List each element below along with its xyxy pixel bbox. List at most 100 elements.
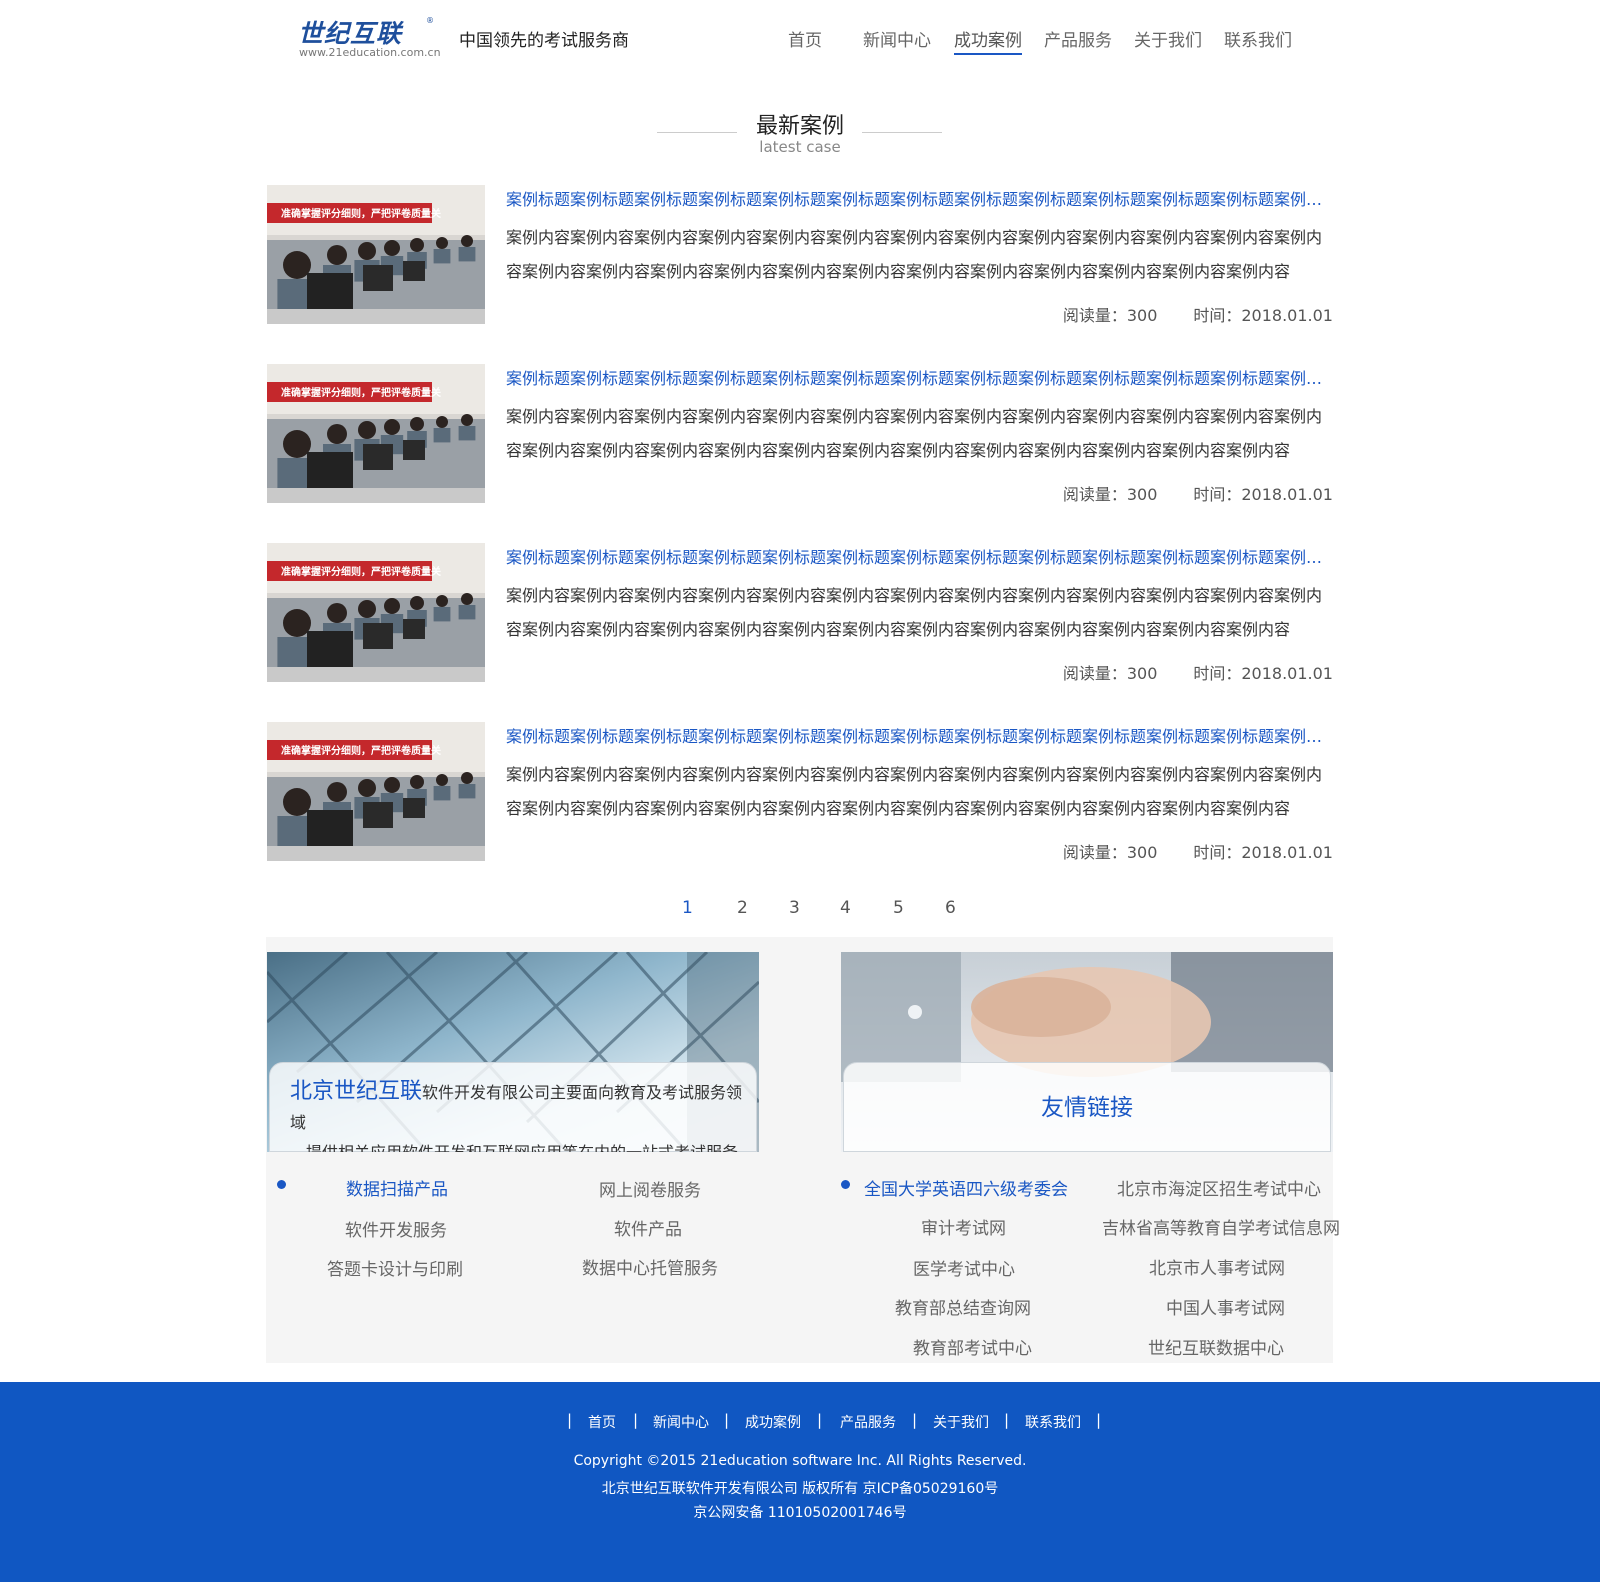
registered-mark: ® (426, 16, 434, 25)
case-image[interactable]: 准确掌握评分细则，严把评卷质量关 (267, 722, 485, 861)
friend-link[interactable]: 北京市海淀区招生考试中心 (1117, 1175, 1321, 1200)
case-body: 案例内容案例内容案例内容案例内容案例内容案例内容案例内容案例内容案例内容案例内容… (506, 228, 1323, 281)
case-date: 时间：2018.01.01 (1193, 306, 1333, 325)
friend-link[interactable]: 教育部考试中心 (913, 1334, 1032, 1359)
logo[interactable]: 世纪互联 ® www.21education.com.cn (298, 14, 441, 62)
case-meta: 阅读量：300 时间：2018.01.01 (1063, 302, 1333, 326)
friends-banner: 友情链接 (841, 952, 1333, 1152)
section-title-en: latest case (759, 138, 841, 156)
case-meta: 阅读量：300 时间：2018.01.01 (1063, 481, 1333, 505)
bullet-icon (277, 1180, 286, 1189)
footer-separator: | (1004, 1411, 1010, 1429)
case-date: 时间：2018.01.01 (1193, 843, 1333, 862)
classroom-photo: 准确掌握评分细则，严把评卷质量关 (267, 543, 485, 682)
case-views: 阅读量：300 (1062, 664, 1158, 683)
about-link[interactable]: 数据扫描产品 (346, 1175, 448, 1200)
case-date: 时间：2018.01.01 (1193, 664, 1333, 683)
about-link[interactable]: 数据中心托管服务 (582, 1254, 718, 1279)
case-item: 准确掌握评分细则，严把评卷质量关 案例标题案例标题案例标题案例标题案例标题案例标… (267, 185, 1333, 325)
case-title[interactable]: 案例标题案例标题案例标题案例标题案例标题案例标题案例标题案例标题案例标题案例标题… (506, 186, 1332, 210)
footer-nav-cases[interactable]: 成功案例 (745, 1412, 801, 1432)
photo-banner-text: 准确掌握评分细则，严把评卷质量关 (281, 565, 441, 578)
nav-products[interactable]: 产品服务 (1044, 26, 1112, 51)
classroom-photo: 准确掌握评分细则，严把评卷质量关 (267, 364, 485, 503)
case-image[interactable]: 准确掌握评分细则，严把评卷质量关 (267, 185, 485, 324)
page-4[interactable]: 4 (840, 898, 851, 918)
nav-home[interactable]: 首页 (788, 26, 822, 51)
friend-link[interactable]: 世纪互联数据中心 (1148, 1334, 1284, 1359)
about-link[interactable]: 网上阅卷服务 (599, 1176, 701, 1201)
classroom-photo: 准确掌握评分细则，严把评卷质量关 (267, 722, 485, 861)
about-line2: ，提供相关应用软件开发和互联网应用等在内的一站式考试服务 (290, 1143, 738, 1152)
case-item: 准确掌握评分细则，严把评卷质量关 案例标题案例标题案例标题案例标题案例标题案例标… (267, 722, 1333, 862)
slogan: 中国领先的考试服务商 (459, 31, 629, 51)
case-title[interactable]: 案例标题案例标题案例标题案例标题案例标题案例标题案例标题案例标题案例标题案例标题… (506, 365, 1332, 389)
nav-about[interactable]: 关于我们 (1134, 26, 1202, 51)
case-views: 阅读量：300 (1062, 485, 1158, 504)
photo-banner-text: 准确掌握评分细则，严把评卷质量关 (281, 207, 441, 220)
case-item: 准确掌握评分细则，严把评卷质量关 案例标题案例标题案例标题案例标题案例标题案例标… (267, 543, 1333, 683)
footer-separator: | (1096, 1411, 1102, 1429)
photo-banner-text: 准确掌握评分细则，严把评卷质量关 (281, 386, 441, 399)
case-item: 准确掌握评分细则，严把评卷质量关 案例标题案例标题案例标题案例标题案例标题案例标… (267, 364, 1333, 504)
footer-nav-home[interactable]: 首页 (588, 1412, 616, 1432)
case-views: 阅读量：300 (1062, 843, 1158, 862)
about-link[interactable]: 软件产品 (614, 1215, 682, 1240)
page-2[interactable]: 2 (737, 898, 748, 918)
case-title[interactable]: 案例标题案例标题案例标题案例标题案例标题案例标题案例标题案例标题案例标题案例标题… (506, 544, 1332, 568)
page-1[interactable]: 1 (682, 898, 693, 918)
footer-nav-products[interactable]: 产品服务 (840, 1412, 896, 1432)
about-link[interactable]: 软件开发服务 (345, 1216, 447, 1241)
bullet-icon (841, 1180, 850, 1189)
footer-separator: | (724, 1411, 730, 1429)
footer-separator: | (633, 1411, 639, 1429)
case-meta: 阅读量：300 时间：2018.01.01 (1063, 660, 1333, 684)
nav-contact[interactable]: 联系我们 (1224, 26, 1292, 51)
case-body: 案例内容案例内容案例内容案例内容案例内容案例内容案例内容案例内容案例内容案例内容… (506, 586, 1323, 639)
about-brand: 北京世纪互联 (290, 1079, 423, 1104)
footer-separator: | (817, 1411, 823, 1429)
photo-banner-text: 准确掌握评分细则，严把评卷质量关 (281, 744, 441, 757)
footer-separator: | (912, 1411, 918, 1429)
nav-cases[interactable]: 成功案例 (954, 26, 1022, 55)
about-link[interactable]: 答题卡设计与印刷 (327, 1255, 463, 1280)
logo-url: www.21education.com.cn (299, 46, 441, 59)
logo-text: 世纪互联 (298, 19, 403, 48)
case-body: 案例内容案例内容案例内容案例内容案例内容案例内容案例内容案例内容案例内容案例内容… (506, 765, 1323, 818)
friend-link[interactable]: 中国人事考试网 (1166, 1294, 1285, 1319)
friend-link[interactable]: 全国大学英语四六级考委会 (864, 1175, 1068, 1200)
site-footer: | 首页 | 新闻中心 | 成功案例 | 产品服务 | 关于我们 | 联系我们 … (0, 1382, 1600, 1582)
friend-link[interactable]: 吉林省高等教育自学考试信息网 (1102, 1214, 1340, 1239)
footer-copyright: Copyright ©2015 21education software Inc… (573, 1453, 1027, 1469)
about-banner: 北京世纪互联软件开发有限公司主要面向教育及考试服务领域 ，提供相关应用软件开发和… (267, 952, 759, 1152)
friend-link[interactable]: 医学考试中心 (913, 1255, 1015, 1280)
case-date: 时间：2018.01.01 (1193, 485, 1333, 504)
footer-nav: | 首页 | 新闻中心 | 成功案例 | 产品服务 | 关于我们 | 联系我们 … (0, 1411, 1600, 1434)
footer-company: 北京世纪互联软件开发有限公司 版权所有 京ICP备05029160号 (601, 1481, 999, 1497)
case-meta: 阅读量：300 时间：2018.01.01 (1063, 839, 1333, 863)
pagination: 1 2 3 4 5 6 (0, 898, 1600, 924)
friends-title: 友情链接 (843, 1062, 1331, 1152)
case-views: 阅读量：300 (1062, 306, 1158, 325)
nav-news[interactable]: 新闻中心 (863, 26, 931, 51)
friend-link[interactable]: 北京市人事考试网 (1149, 1254, 1285, 1279)
case-title[interactable]: 案例标题案例标题案例标题案例标题案例标题案例标题案例标题案例标题案例标题案例标题… (506, 723, 1332, 747)
friend-link[interactable]: 教育部总结查询网 (895, 1294, 1031, 1319)
footer-nav-news[interactable]: 新闻中心 (653, 1412, 709, 1432)
case-image[interactable]: 准确掌握评分细则，严把评卷质量关 (267, 543, 485, 682)
footer-police: 京公网安备 11010502001746号 (693, 1505, 907, 1521)
footer-nav-contact[interactable]: 联系我们 (1025, 1412, 1081, 1432)
case-body: 案例内容案例内容案例内容案例内容案例内容案例内容案例内容案例内容案例内容案例内容… (506, 407, 1323, 460)
page-6[interactable]: 6 (945, 898, 956, 918)
site-header: 世纪互联 ® www.21education.com.cn 中国领先的考试服务商… (0, 0, 1600, 80)
friend-link[interactable]: 审计考试网 (921, 1214, 1006, 1239)
footer-nav-about[interactable]: 关于我们 (933, 1412, 989, 1432)
section-title: 最新案例 latest case (0, 108, 1600, 156)
case-image[interactable]: 准确掌握评分细则，严把评卷质量关 (267, 364, 485, 503)
about-caption: 北京世纪互联软件开发有限公司主要面向教育及考试服务领域 ，提供相关应用软件开发和… (269, 1062, 757, 1152)
footer-separator: | (567, 1411, 573, 1429)
classroom-photo: 准确掌握评分细则，严把评卷质量关 (267, 185, 485, 324)
page-3[interactable]: 3 (789, 898, 800, 918)
section-title-cn: 最新案例 (755, 114, 844, 139)
page-5[interactable]: 5 (893, 898, 904, 918)
